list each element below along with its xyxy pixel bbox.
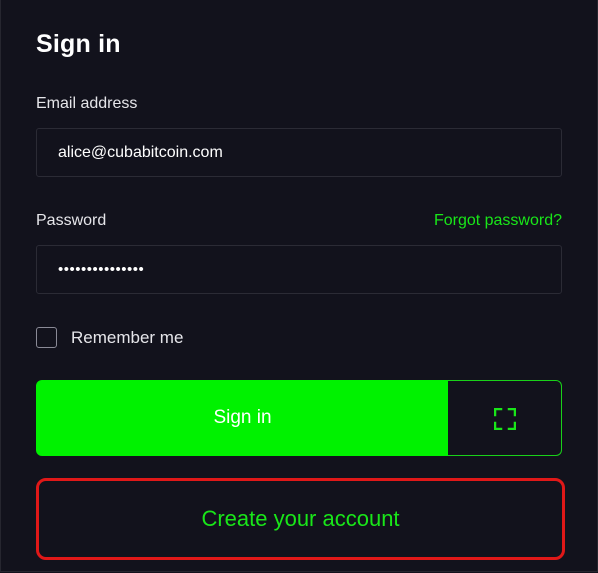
password-label: Password xyxy=(36,212,107,229)
remember-me-checkbox[interactable] xyxy=(36,327,57,348)
password-field[interactable]: ••••••••••••••• xyxy=(36,245,562,294)
qr-scan-icon xyxy=(494,408,516,430)
page-title: Sign in xyxy=(36,30,121,58)
email-label: Email address xyxy=(36,95,138,112)
email-field[interactable]: alice@cubabitcoin.com xyxy=(36,128,562,177)
qr-scan-button[interactable] xyxy=(448,380,562,456)
forgot-password-link[interactable]: Forgot password? xyxy=(434,212,562,230)
sign-in-button[interactable]: Sign in xyxy=(36,380,449,456)
create-account-button[interactable]: Create your account xyxy=(36,478,565,560)
remember-me-label[interactable]: Remember me xyxy=(71,327,183,348)
